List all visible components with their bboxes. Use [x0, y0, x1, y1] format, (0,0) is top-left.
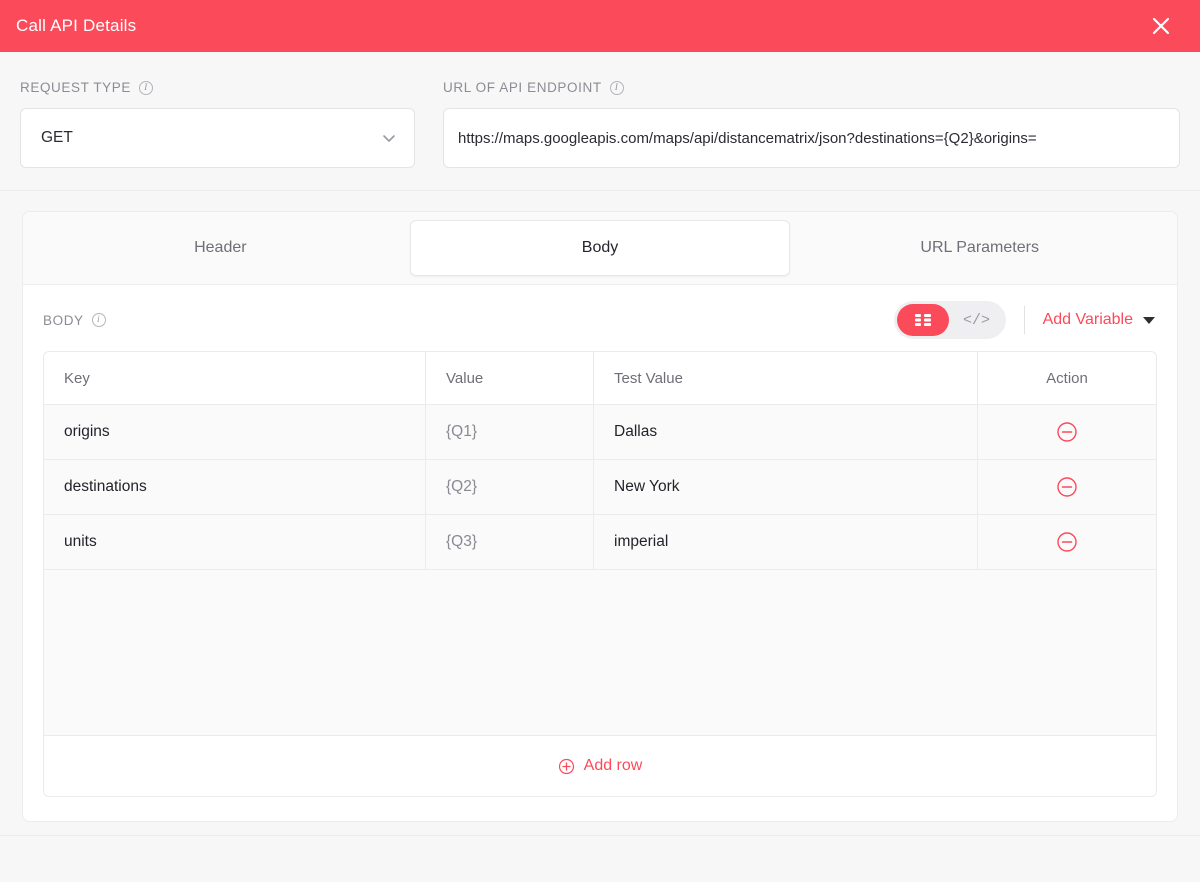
remove-circle-icon	[1057, 477, 1077, 497]
endpoint-url-label-row: URL OF API ENDPOINT i	[443, 80, 1180, 95]
column-header-action: Action	[1046, 369, 1088, 387]
dialog-titlebar: Call API Details	[0, 0, 1200, 52]
request-type-field: REQUEST TYPE i GET	[20, 80, 415, 168]
card-bottom-padding	[23, 797, 1177, 821]
body-toolbar: BODY i </> Add Variable	[23, 285, 1177, 351]
remove-row-button[interactable]	[1056, 421, 1078, 443]
caret-down-icon	[1143, 316, 1155, 324]
row-key[interactable]: destinations	[44, 460, 426, 514]
column-header-key: Key	[44, 352, 426, 404]
page-footer	[0, 835, 1200, 851]
table-view-toggle[interactable]	[896, 304, 949, 336]
row-action	[978, 460, 1156, 514]
add-variable-label: Add Variable	[1042, 311, 1133, 328]
add-row-button[interactable]: Add row	[44, 736, 1156, 796]
remove-circle-icon	[1057, 422, 1077, 442]
tab-bar: Header Body URL Parameters	[23, 212, 1177, 285]
view-mode-toggle: </>	[893, 301, 1006, 339]
close-icon	[1152, 17, 1170, 35]
info-icon[interactable]: i	[91, 313, 106, 327]
tab-body[interactable]: Body	[409, 220, 791, 276]
table-empty-area	[44, 570, 1156, 736]
body-label: BODY	[43, 312, 84, 328]
request-type-value: GET	[41, 129, 73, 146]
request-type-label-row: REQUEST TYPE i	[20, 80, 415, 95]
row-value[interactable]: {Q1}	[426, 405, 594, 459]
row-test-value[interactable]: imperial	[594, 515, 978, 569]
toolbar-divider	[1023, 306, 1025, 334]
body-params-table: Key Value Test Value Action origins {Q1}…	[43, 351, 1157, 797]
info-icon[interactable]: i	[609, 80, 624, 95]
request-type-select[interactable]: GET	[20, 108, 415, 168]
remove-row-button[interactable]	[1056, 531, 1078, 553]
table-row: destinations {Q2} New York	[44, 460, 1156, 515]
add-circle-icon	[558, 758, 574, 774]
endpoint-url-label: URL OF API ENDPOINT	[443, 80, 602, 95]
endpoint-url-value: https://maps.googleapis.com/maps/api/dis…	[458, 129, 1037, 147]
body-toolbar-actions: </> Add Variable	[893, 301, 1155, 339]
table-row: origins {Q1} Dallas	[44, 405, 1156, 460]
row-value[interactable]: {Q2}	[426, 460, 594, 514]
tab-body-label: Body	[581, 239, 619, 256]
column-header-test-value: Test Value	[594, 352, 978, 404]
request-type-label: REQUEST TYPE	[20, 80, 131, 95]
tab-url-parameters-label: URL Parameters	[920, 239, 1039, 256]
close-button[interactable]	[1144, 9, 1178, 43]
endpoint-url-field: URL OF API ENDPOINT i https://maps.googl…	[443, 80, 1180, 168]
row-test-value[interactable]: Dallas	[594, 405, 978, 459]
add-variable-button[interactable]: Add Variable	[1043, 311, 1155, 329]
code-view-icon: </>	[963, 311, 991, 329]
row-key[interactable]: origins	[44, 405, 426, 459]
row-action	[978, 515, 1156, 569]
body-card: Header Body URL Parameters BODY i </> Ad…	[22, 211, 1178, 822]
request-form: REQUEST TYPE i GET URL OF API ENDPOINT i…	[0, 52, 1200, 191]
tab-header-label: Header	[194, 239, 247, 256]
table-view-icon	[914, 314, 931, 326]
column-header-value: Value	[426, 352, 594, 404]
call-api-details-dialog: Call API Details REQUEST TYPE i GET	[0, 0, 1200, 882]
info-icon[interactable]: i	[138, 80, 153, 95]
tab-header[interactable]: Header	[31, 220, 410, 276]
remove-row-button[interactable]	[1056, 476, 1078, 498]
row-key[interactable]: units	[44, 515, 426, 569]
table-row: units {Q3} imperial	[44, 515, 1156, 570]
add-row-label: Add row	[583, 757, 643, 774]
chevron-down-icon	[383, 135, 395, 142]
row-action	[978, 405, 1156, 459]
tab-url-parameters[interactable]: URL Parameters	[790, 220, 1169, 276]
table-header-row: Key Value Test Value Action	[44, 352, 1156, 405]
endpoint-url-input[interactable]: https://maps.googleapis.com/maps/api/dis…	[443, 108, 1180, 168]
dialog-title: Call API Details	[16, 16, 137, 35]
body-label-row: BODY i	[43, 313, 106, 328]
row-value[interactable]: {Q3}	[426, 515, 594, 569]
row-test-value[interactable]: New York	[594, 460, 978, 514]
remove-circle-icon	[1057, 532, 1077, 552]
code-view-toggle[interactable]: </>	[951, 304, 1003, 336]
